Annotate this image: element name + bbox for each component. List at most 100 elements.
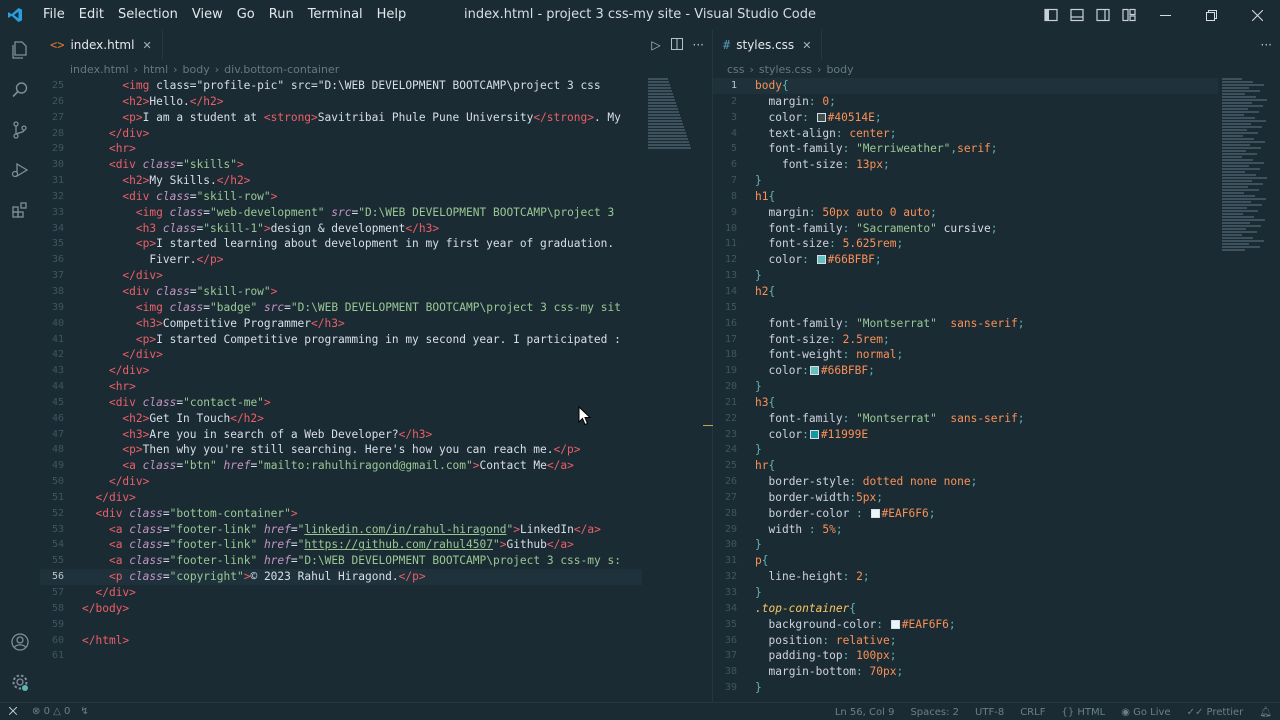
code-line[interactable]: 45 <div class="contact-me"> (40, 395, 642, 411)
more-actions-icon[interactable]: ··· (1261, 38, 1272, 52)
code-line[interactable]: 49 <a class="btn" href="mailto:rahulhira… (40, 458, 642, 474)
code-line[interactable]: 36 position: relative; (713, 633, 1218, 649)
code-line[interactable]: 1 body{ (713, 78, 1218, 94)
code-line[interactable]: 5 font-family: "Merriweather",serif; (713, 141, 1218, 157)
code-line[interactable]: 29 width : 5%; (713, 522, 1218, 538)
close-tab-icon[interactable]: ✕ (802, 39, 811, 52)
menu-run[interactable]: Run (262, 0, 301, 30)
code-line[interactable]: 33 <img class="web-development" src="D:\… (40, 205, 642, 221)
menu-help[interactable]: Help (370, 0, 414, 30)
code-line[interactable]: 25 <img class="profile-pic" src="D:\WEB … (40, 78, 642, 94)
minimap-left[interactable] (648, 78, 706, 158)
breadcrumb-item[interactable]: div.bottom-container (224, 63, 339, 76)
code-line[interactable]: 26 border-style: dotted none none; (713, 474, 1218, 490)
encoding[interactable]: UTF-8 (975, 707, 1004, 718)
code-line[interactable]: 40 <h3>Competitive Programmer</h3> (40, 316, 642, 332)
code-line[interactable]: 3 color: #40514E; (713, 110, 1218, 126)
code-line[interactable]: 53 <a class="footer-link" href="linkedin… (40, 522, 642, 538)
code-line[interactable]: 20} (713, 379, 1218, 395)
split-editor-icon[interactable] (670, 37, 683, 53)
code-line[interactable]: 17 font-size: 2.5rem; (713, 332, 1218, 348)
code-line[interactable]: 35 <p>I started learning about developme… (40, 236, 642, 252)
more-actions-icon[interactable]: ··· (693, 38, 704, 52)
code-line[interactable]: 31 <h2>My Skills.</h2> (40, 173, 642, 189)
code-line[interactable]: 2 margin: 0; (713, 94, 1218, 110)
code-line[interactable]: 21 h3{ (713, 395, 1218, 411)
code-line[interactable]: 28 border-color : #EAF6F6; (713, 506, 1218, 522)
tab-index-html[interactable]: <> index.html ✕ (40, 30, 163, 60)
tab-styles-css[interactable]: # styles.css ✕ (713, 30, 823, 60)
code-line[interactable]: 12 color: #66BFBF; (713, 252, 1218, 268)
code-line[interactable]: 27 <p>I am a student at <strong>Savitrib… (40, 110, 642, 126)
code-line[interactable]: 29 <hr> (40, 141, 642, 157)
toggle-panel-icon[interactable] (1064, 0, 1090, 30)
source-control-icon[interactable] (0, 110, 40, 150)
code-line[interactable]: 4 text-align: center; (713, 126, 1218, 142)
end-of-line[interactable]: CRLF (1020, 707, 1045, 718)
code-line[interactable]: 33} (713, 585, 1218, 601)
code-line[interactable]: 37 padding-top: 100px; (713, 648, 1218, 664)
code-line[interactable]: 37 </div> (40, 268, 642, 284)
code-line[interactable]: 24} (713, 442, 1218, 458)
code-line[interactable]: 42 </div> (40, 347, 642, 363)
toggle-primary-sidebar-icon[interactable] (1038, 0, 1064, 30)
menu-go[interactable]: Go (230, 0, 262, 30)
code-line[interactable]: 22 font-family: "Montserrat" sans-serif; (713, 411, 1218, 427)
code-line[interactable]: 60 </html> (40, 633, 642, 649)
code-line[interactable]: 38 <div class="skill-row"> (40, 284, 642, 300)
code-line[interactable]: 30 <div class="skills"> (40, 157, 642, 173)
breadcrumb-item[interactable]: styles.css (759, 63, 812, 76)
code-line[interactable]: 38 margin-bottom: 70px; (713, 664, 1218, 680)
toggle-secondary-sidebar-icon[interactable] (1090, 0, 1116, 30)
menu-terminal[interactable]: Terminal (301, 0, 370, 30)
code-line[interactable]: 6 font-size: 13px; (713, 157, 1218, 173)
account-icon[interactable] (0, 622, 40, 662)
code-line[interactable]: 36 Fiverr.</p> (40, 252, 642, 268)
breadcrumb-item[interactable]: body (183, 63, 210, 76)
code-line[interactable]: 57 </div> (40, 585, 642, 601)
code-line[interactable]: 9 margin: 50px auto 0 auto; (713, 205, 1218, 221)
code-line[interactable]: 16 font-family: "Montserrat" sans-serif; (713, 316, 1218, 332)
code-line[interactable]: 8 h1{ (713, 189, 1218, 205)
minimize-icon[interactable] (1142, 0, 1188, 30)
run-debug-icon[interactable] (0, 150, 40, 190)
code-line[interactable]: 48 <p>Then why you're still searching. H… (40, 442, 642, 458)
code-editor-css[interactable]: 1 body{2 margin: 0; 3 color: #40514E; 4 tex… (713, 78, 1218, 702)
code-line[interactable]: 28 </div> (40, 126, 642, 142)
menu-file[interactable]: File (36, 0, 72, 30)
code-line[interactable]: 27 border-width:5px; (713, 490, 1218, 506)
code-line[interactable]: 39} (713, 680, 1218, 696)
indentation[interactable]: Spaces: 2 (910, 707, 959, 718)
code-line[interactable]: 7} (713, 173, 1218, 189)
customize-layout-icon[interactable] (1116, 0, 1142, 30)
code-line[interactable]: 35 background-color: #EAF6F6; (713, 617, 1218, 633)
code-line[interactable]: 58 </body> (40, 601, 642, 617)
code-line[interactable]: 14 h2{ (713, 284, 1218, 300)
remote-indicator-icon[interactable]: ⨉ (0, 703, 26, 720)
code-line[interactable]: 55 <a class="footer-link" href="D:\WEB D… (40, 553, 642, 569)
code-line[interactable]: 52 <div class="bottom-container"> (40, 506, 642, 522)
code-line[interactable]: 54 <a class="footer-link" href="https://… (40, 537, 642, 553)
code-line[interactable]: 41 <p>I started Competitive programming … (40, 332, 642, 348)
minimap-right[interactable] (1222, 78, 1270, 258)
sync-icon[interactable]: ↯ (80, 706, 88, 717)
search-icon[interactable] (0, 70, 40, 110)
code-line[interactable]: 56 <p class="copyright">© 2023 Rahul Hir… (40, 569, 642, 585)
code-line[interactable]: 25 hr{ (713, 458, 1218, 474)
code-line[interactable]: 46 <h2>Get In Touch</h2> (40, 411, 642, 427)
code-line[interactable]: 44 <hr> (40, 379, 642, 395)
code-line[interactable]: 32 line-height: 2; (713, 569, 1218, 585)
code-line[interactable]: 10 font-family: "Sacramento" cursive; (713, 221, 1218, 237)
code-line[interactable]: 19 color: #66BFBF; (713, 363, 1218, 379)
close-window-icon[interactable] (1234, 0, 1280, 30)
code-line[interactable]: 11 font-size: 5.625rem; (713, 236, 1218, 252)
code-line[interactable]: 39 <img class="badge" src="D:\WEB DEVELO… (40, 300, 642, 316)
breadcrumb-item[interactable]: body (826, 63, 853, 76)
code-line[interactable]: 59 (40, 617, 642, 633)
restore-icon[interactable] (1188, 0, 1234, 30)
code-line[interactable]: 18 font-weight: normal; (713, 347, 1218, 363)
code-line[interactable]: 23 color: #11999E (713, 427, 1218, 443)
code-editor-html[interactable]: 25 <img class="profile-pic" src="D:\WEB … (40, 78, 642, 702)
breadcrumb-item[interactable]: html (143, 63, 168, 76)
settings-gear-icon[interactable] (0, 662, 40, 702)
